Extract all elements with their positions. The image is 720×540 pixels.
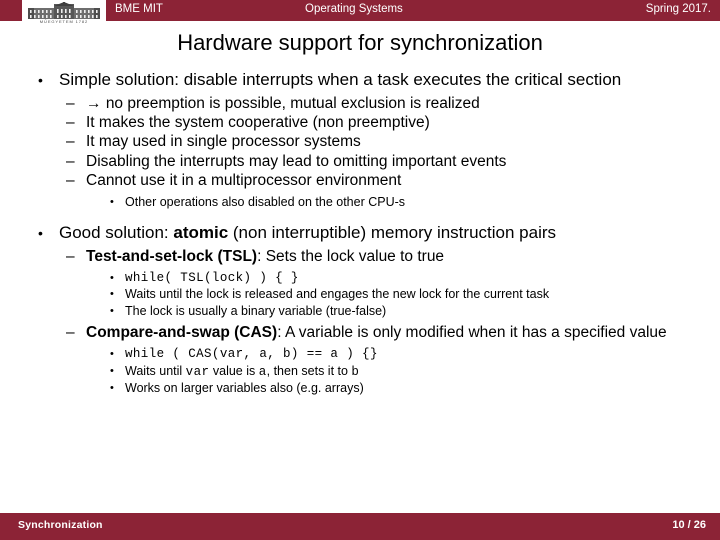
tsl-note-text: Waits until the lock is released and eng…: [125, 287, 550, 302]
tsl-note-binary: • The lock is usually a binary variable …: [110, 303, 702, 320]
dot-marker: •: [110, 304, 114, 317]
dot-marker: •: [110, 364, 114, 377]
cas-note-waits: • Waits until var value is a, then sets …: [110, 363, 702, 381]
slide-page-number: 10 / 26: [672, 519, 706, 531]
cas-note-arrays: • Works on larger variables also (e.g. a…: [110, 380, 702, 397]
dash-marker: –: [66, 95, 75, 112]
sub-bullet-text: → no preemption is possible, mutual excl…: [86, 94, 702, 113]
bullet-text: Simple solution: disable interrupts when…: [59, 70, 622, 89]
footer-bar: Synchronization 10 / 26: [0, 513, 720, 540]
tsl-code-line: • while( TSL(lock) ) { }: [110, 270, 702, 287]
tsl-code: while( TSL(lock) ) { }: [125, 270, 299, 285]
cas-var-token: var: [185, 364, 210, 379]
dot-marker: •: [110, 196, 114, 209]
sub-bullet-multiprocessor: – Cannot use it in a multiprocessor envi…: [66, 171, 702, 190]
sub-sub-bullet-other-cpus: • Other operations also disabled on the …: [110, 194, 702, 211]
dash-marker: –: [66, 114, 75, 132]
logo-caption: MŰEGYETEM 1782: [39, 19, 89, 24]
dash-marker: –: [66, 247, 75, 265]
slide-body: • Simple solution: disable interrupts wh…: [0, 70, 720, 397]
header-course-label: Operating Systems: [305, 3, 403, 15]
bullet-marker: •: [38, 224, 43, 241]
sub-bullet-text: Disabling the interrupts may lead to omi…: [86, 152, 507, 170]
tsl-note-waits: • Waits until the lock is released and e…: [110, 286, 702, 303]
tsl-description: : Sets the lock value to true: [257, 247, 445, 265]
cas-code-line: • while ( CAS(var, a, b) == a ) {}: [110, 346, 702, 363]
cas-note-text: Waits until var value is a, then sets it…: [125, 363, 702, 381]
tsl-text: Test-and-set-lock (TSL): Sets the lock v…: [86, 247, 702, 266]
sub-bullet-text: Cannot use it in a multiprocessor enviro…: [86, 171, 402, 189]
bme-logo: MŰEGYETEM 1782: [22, 0, 106, 27]
cas-term: Compare-and-swap (CAS): [86, 324, 278, 342]
bullet-text: Good solution: atomic (non interruptible…: [59, 223, 702, 243]
tsl-term: Test-and-set-lock (TSL): [86, 247, 258, 265]
cas-code: while ( CAS(var, a, b) == a ) {}: [125, 347, 378, 362]
atomic-emphasis: atomic: [173, 222, 229, 242]
cas-text: Compare-and-swap (CAS): A variable is on…: [86, 323, 702, 342]
dash-marker: –: [66, 171, 75, 189]
bme-building-logo-icon: [28, 2, 100, 19]
good-solution-prefix: Good solution:: [59, 222, 174, 242]
bullet-simple-solution: • Simple solution: disable interrupts wh…: [38, 70, 702, 90]
sub-bullet-no-preemption: – → no preemption is possible, mutual ex…: [66, 94, 702, 113]
sub-bullet-label: no preemption is possible, mutual exclus…: [105, 95, 480, 112]
tsl-note-text: The lock is usually a binary variable (t…: [125, 303, 387, 318]
cas-description: : A variable is only modified when it ha…: [277, 324, 667, 342]
dot-marker: •: [110, 382, 114, 395]
footer-topic-label: Synchronization: [18, 519, 103, 531]
cas-b-token: b: [351, 364, 360, 379]
sub-bullet-tsl: – Test-and-set-lock (TSL): Sets the lock…: [66, 247, 702, 266]
header-institution-label: BME MIT: [115, 3, 163, 15]
sub-bullet-cooperative: – It makes the system cooperative (non p…: [66, 113, 702, 132]
bullet-marker: •: [38, 72, 43, 88]
slide-title: Hardware support for synchronization: [177, 30, 543, 55]
cas-note-part3: , then sets it to: [266, 363, 352, 378]
dot-marker: •: [110, 271, 114, 284]
dash-marker: –: [66, 133, 75, 151]
dash-marker: –: [66, 324, 75, 342]
sub-bullet-text: It makes the system cooperative (non pre…: [86, 114, 430, 132]
dot-marker: •: [110, 348, 114, 361]
bullet-good-solution: • Good solution: atomic (non interruptib…: [38, 223, 702, 243]
sub-bullet-single-processor: – It may used in single processor system…: [66, 132, 702, 151]
header-term-label: Spring 2017.: [645, 3, 711, 15]
arrow-icon: →: [86, 95, 102, 112]
dash-marker: –: [66, 152, 75, 170]
sub-bullet-cas: – Compare-and-swap (CAS): A variable is …: [66, 323, 702, 342]
cas-note-part2: value is: [209, 363, 259, 378]
cas-a-token: a: [258, 364, 267, 379]
sub-bullet-text: It may used in single processor systems: [86, 133, 361, 151]
cas-note-text: Works on larger variables also (e.g. arr…: [125, 381, 364, 396]
good-solution-suffix: (non interruptible) memory instruction p…: [228, 222, 557, 242]
cas-note-part1: Waits until: [125, 363, 186, 378]
dot-marker: •: [110, 288, 114, 301]
sub-sub-bullet-text: Other operations also disabled on the ot…: [125, 195, 406, 210]
sub-bullet-omitting-events: – Disabling the interrupts may lead to o…: [66, 152, 702, 171]
